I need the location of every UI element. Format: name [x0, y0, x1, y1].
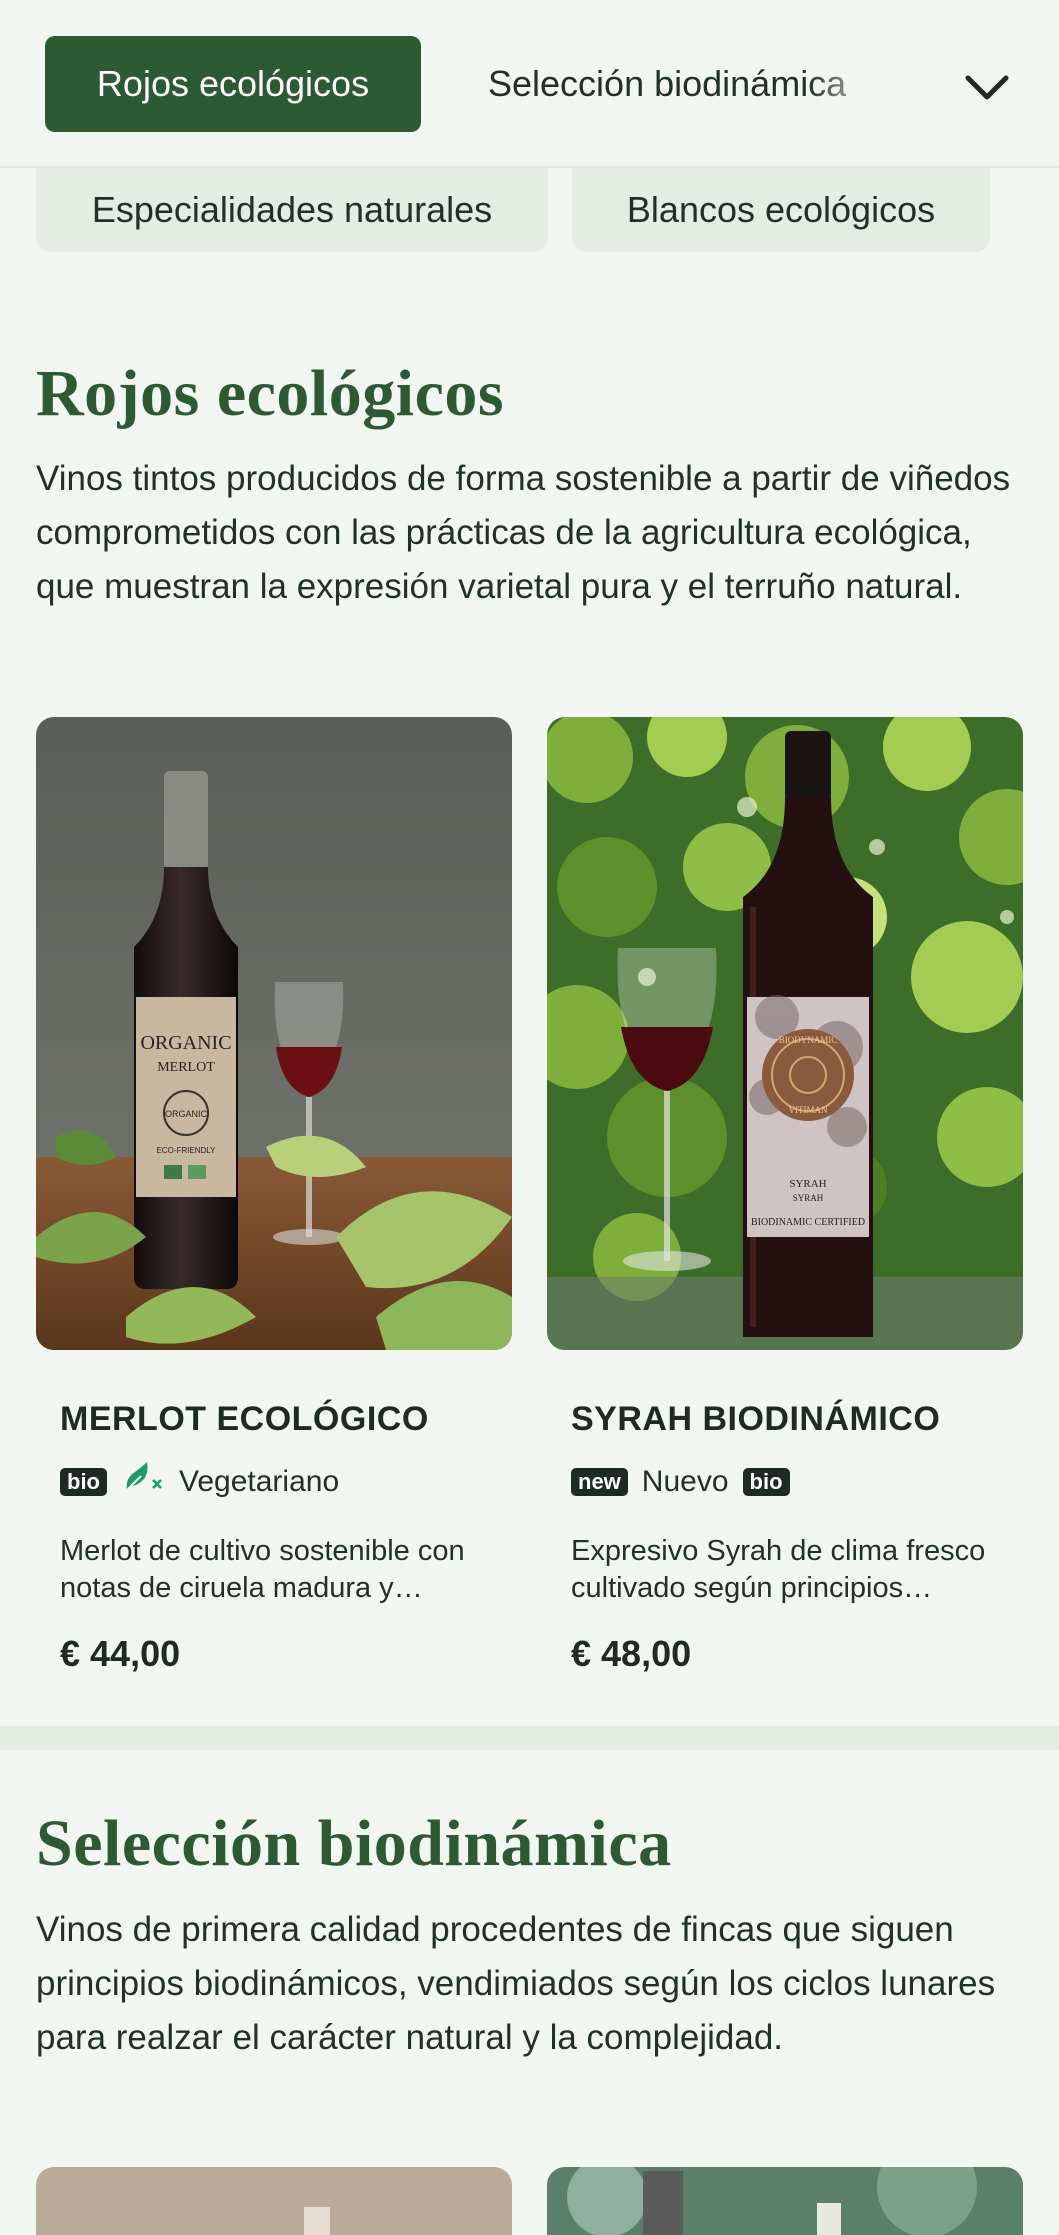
product-name[interactable]: MERLOT ECOLÓGICO — [60, 1400, 429, 1439]
bottle-label-l1: SYRAH — [789, 1178, 826, 1190]
bottle-cert-text: BIODINAMIC CERTIFIED — [751, 1217, 865, 1228]
category-pill-rojos-active[interactable]: Rojos ecológicos — [45, 36, 421, 132]
bottle-arc-bottom: VITIMAN — [789, 1105, 828, 1115]
category-pill-especialidades[interactable]: Especialidades naturales — [36, 168, 548, 252]
category-pill-blancos[interactable]: Blancos ecológicos — [572, 168, 990, 252]
product-name[interactable]: SYRAH BIODINÁMICO — [571, 1400, 940, 1439]
vegetarian-label: Vegetariano — [179, 1465, 340, 1498]
product-image[interactable] — [547, 2167, 1023, 2235]
bottle-arc-top: BIODYNAMIC — [779, 1035, 838, 1045]
product-image-syrah[interactable]: BIODYNAMIC VITIMAN SYRAH SYRAH BIODINAMI… — [547, 717, 1023, 1350]
bottle-eco-text: ECO-FRIENDLY — [157, 1146, 217, 1155]
product-image-merlot[interactable]: ORGANIC MERLOT ORGANIC ECO-FRIENDLY — [36, 717, 512, 1350]
product-description: Merlot de cultivo sostenible con notas d… — [60, 1535, 465, 1604]
bottle-seal-text: ORGANIC — [165, 1109, 208, 1119]
bottle-label-l2: MERLOT — [157, 1060, 215, 1075]
product-price: € 44,00 — [60, 1633, 181, 1674]
section-description: Vinos tintos producidos de forma sosteni… — [36, 459, 1011, 606]
bottle-label-l2: SYRAH — [793, 1193, 824, 1203]
bottle-label-l1: ORGANIC — [140, 1032, 231, 1054]
product-tags: new Nuevo bio — [571, 1460, 790, 1504]
section-title: Rojos ecológicos — [36, 357, 505, 430]
section-divider — [0, 1726, 1059, 1750]
bio-badge: bio — [742, 1468, 790, 1496]
bio-badge: bio — [60, 1468, 107, 1496]
category-nav: Rojos ecológicos Selección biodinámica — [0, 0, 1059, 168]
new-badge: new — [571, 1468, 628, 1496]
product-image[interactable] — [36, 2167, 512, 2235]
section-title: Selección biodinámica — [36, 1807, 672, 1880]
section-description: Vinos de primera calidad procedentes de … — [36, 1910, 996, 2057]
category-pill-seleccion[interactable]: Selección biodinámica — [488, 36, 888, 132]
product-price: € 48,00 — [571, 1633, 692, 1674]
new-label: Nuevo — [641, 1465, 729, 1498]
vegetarian-icon — [121, 1460, 165, 1504]
product-tags: bio Vegetariano — [60, 1460, 339, 1504]
chevron-down-icon[interactable] — [955, 55, 1019, 119]
product-description: Expresivo Syrah de clima fresco cultivad… — [571, 1535, 986, 1604]
